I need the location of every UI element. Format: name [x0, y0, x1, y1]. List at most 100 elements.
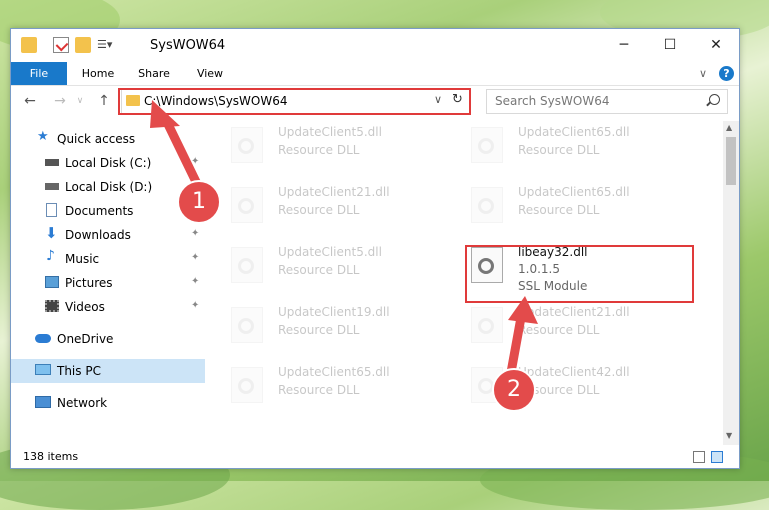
large-icons-view-icon[interactable] — [711, 451, 723, 463]
navigation-pane: ★ Quick access Local Disk (C:) ✦ Local D… — [11, 121, 205, 445]
file-item[interactable]: UpdateClient5.dll Resource DLL — [211, 121, 441, 171]
pc-icon — [35, 364, 51, 375]
sidebar-item-label: Local Disk (D:) — [65, 180, 153, 194]
sidebar-item-label: Videos — [65, 300, 105, 314]
sidebar-item-label: Downloads — [65, 228, 131, 242]
gear-icon — [238, 318, 254, 334]
file-highlight — [465, 245, 694, 303]
dll-file-icon — [231, 307, 263, 343]
properties-icon[interactable] — [53, 37, 69, 53]
file-item[interactable]: UpdateClient65.dll Resource DLL — [451, 121, 681, 171]
title-bar: ☰▾ SysWOW64 ─ ☐ ✕ — [11, 29, 739, 62]
dll-file-icon — [231, 127, 263, 163]
tab-home[interactable]: Home — [73, 62, 123, 85]
step-2-badge: 2 — [492, 368, 536, 412]
file-description: Resource DLL — [278, 323, 360, 337]
file-description: Resource DLL — [278, 383, 360, 397]
up-arrow-icon[interactable]: ↑ — [95, 92, 113, 110]
dll-file-icon — [231, 187, 263, 223]
file-name: UpdateClient5.dll — [278, 125, 382, 139]
tab-share[interactable]: Share — [129, 62, 179, 85]
pin-icon: ✦ — [191, 252, 200, 263]
sidebar-item-quick-access[interactable]: ★ Quick access — [11, 127, 205, 151]
close-button[interactable]: ✕ — [693, 29, 739, 61]
file-item[interactable]: UpdateClient65.dll Resource DLL — [211, 361, 441, 411]
file-item[interactable]: UpdateClient42.dll Resource DLL — [451, 361, 681, 411]
videos-icon — [45, 300, 59, 312]
star-icon: ★ — [37, 129, 49, 144]
file-item[interactable]: UpdateClient5.dll Resource DLL — [211, 241, 441, 291]
new-folder-icon[interactable] — [75, 37, 91, 53]
drive-icon — [45, 159, 59, 166]
search-placeholder: Search SysWOW64 — [495, 94, 610, 108]
sidebar-item-onedrive[interactable]: OneDrive — [11, 327, 205, 351]
recent-locations-icon[interactable]: ∨ — [71, 92, 89, 110]
gear-icon — [238, 138, 254, 154]
drive-icon — [45, 183, 59, 190]
folder-icon — [21, 37, 37, 53]
sidebar-item-label: Music — [65, 252, 100, 266]
gear-icon — [478, 138, 494, 154]
pin-icon: ✦ — [191, 156, 200, 167]
file-description: Resource DLL — [278, 203, 360, 217]
item-count: 138 items — [23, 450, 79, 463]
network-icon — [35, 396, 51, 408]
step-1-badge: 1 — [177, 180, 221, 224]
sidebar-item-music[interactable]: ♪ Music ✦ — [11, 247, 205, 271]
tab-file[interactable]: File — [11, 62, 67, 85]
sidebar-item-label: Network — [57, 396, 108, 410]
maximize-button[interactable]: ☐ — [647, 29, 693, 61]
sidebar-item-downloads[interactable]: ⬇ Downloads ✦ — [11, 223, 205, 247]
sidebar-item-pictures[interactable]: Pictures ✦ — [11, 271, 205, 295]
file-item[interactable]: UpdateClient19.dll Resource DLL — [211, 301, 441, 351]
file-item[interactable]: UpdateClient65.dll Resource DLL — [451, 181, 681, 231]
details-view-icon[interactable] — [693, 451, 705, 463]
gear-icon — [238, 258, 254, 274]
help-icon[interactable]: ? — [719, 66, 734, 81]
file-description: Resource DLL — [518, 143, 600, 157]
gear-icon — [478, 318, 494, 334]
dll-file-icon — [231, 367, 263, 403]
file-description: Resource DLL — [278, 143, 360, 157]
search-icon — [706, 94, 720, 107]
dll-file-icon — [471, 187, 503, 223]
file-item[interactable]: UpdateClient21.dll Resource DLL — [211, 181, 441, 231]
scroll-up-icon[interactable]: ▲ — [726, 123, 732, 132]
back-arrow-icon[interactable]: ← — [21, 92, 39, 110]
status-bar: 138 items — [11, 446, 739, 468]
sidebar-item-videos[interactable]: Videos ✦ — [11, 295, 205, 319]
file-name: UpdateClient21.dll — [278, 185, 390, 199]
dll-file-icon — [471, 127, 503, 163]
documents-icon — [46, 203, 57, 217]
tab-view[interactable]: View — [185, 62, 235, 85]
search-input[interactable]: Search SysWOW64 — [486, 89, 728, 114]
sidebar-item-local-disk-d[interactable]: Local Disk (D:) — [11, 175, 205, 199]
window-title: SysWOW64 — [150, 38, 226, 53]
gear-icon — [478, 198, 494, 214]
file-item[interactable]: UpdateClient21.dll Resource DLL — [451, 301, 681, 351]
sidebar-item-local-disk-c[interactable]: Local Disk (C:) ✦ — [11, 151, 205, 175]
scrollbar-thumb[interactable] — [726, 137, 736, 185]
address-bar-highlight — [118, 88, 471, 115]
forward-arrow-icon[interactable]: → — [51, 92, 69, 110]
dll-file-icon — [471, 307, 503, 343]
dll-file-icon — [231, 247, 263, 283]
sidebar-item-network[interactable]: Network — [11, 391, 205, 415]
sidebar-item-label: Local Disk (C:) — [65, 156, 152, 170]
ribbon: File Home Share View ∨ ? — [11, 62, 739, 86]
file-name: UpdateClient21.dll — [518, 305, 630, 319]
sidebar-item-this-pc[interactable]: This PC — [11, 359, 205, 383]
cloud-icon — [35, 334, 51, 343]
sidebar-item-documents[interactable]: Documents ✦ — [11, 199, 205, 223]
pin-icon: ✦ — [191, 276, 200, 287]
gear-icon — [238, 198, 254, 214]
vertical-scrollbar[interactable]: ▲ ▼ — [723, 121, 739, 445]
pictures-icon — [45, 276, 59, 288]
scroll-down-icon[interactable]: ▼ — [726, 431, 732, 440]
file-description: Resource DLL — [518, 323, 600, 337]
music-icon: ♪ — [46, 248, 55, 264]
pin-icon: ✦ — [191, 228, 200, 239]
ribbon-expand-icon[interactable]: ∨ — [695, 62, 711, 85]
minimize-button[interactable]: ─ — [601, 29, 647, 61]
customize-toolbar-icon[interactable]: ☰▾ — [97, 37, 119, 53]
